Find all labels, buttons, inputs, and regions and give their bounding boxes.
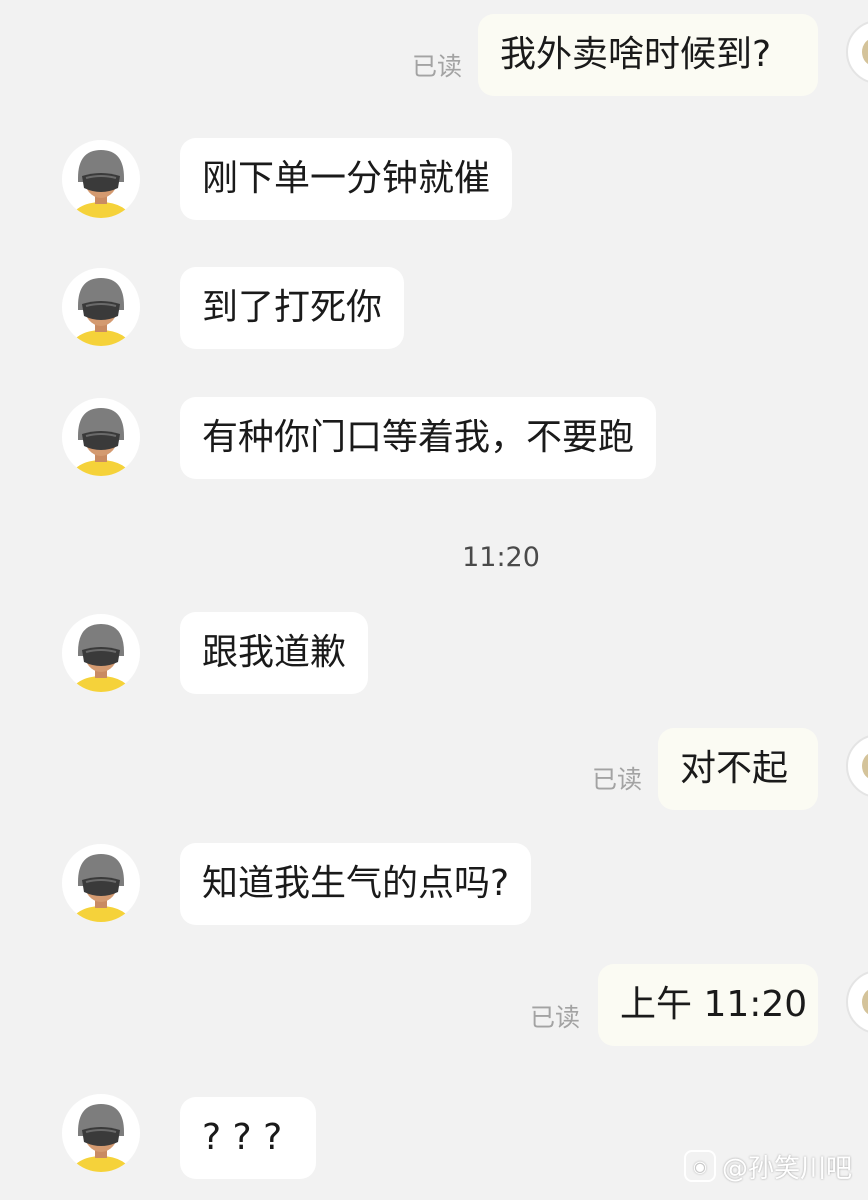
message-bubble-received[interactable]: 刚下单一分钟就催 (180, 138, 513, 220)
courier-avatar[interactable] (62, 844, 140, 922)
weibo-icon: ◉ (683, 1150, 716, 1182)
read-receipt: 已读 (530, 1003, 581, 1032)
watermark-text: @孙笑川吧 (721, 1153, 852, 1184)
user-avatar[interactable] (846, 970, 868, 1034)
message-bubble-sent[interactable]: 对不起 (658, 728, 818, 810)
message-bubble-received[interactable]: 到了打死你 (180, 267, 405, 349)
courier-helmet-icon (71, 1104, 131, 1172)
watermark: ◉ @孙笑川吧 (683, 1146, 852, 1186)
user-avatar[interactable] (846, 734, 868, 798)
courier-helmet-icon (71, 278, 131, 346)
read-receipt: 已读 (592, 765, 643, 794)
courier-helmet-icon (71, 408, 131, 476)
message-bubble-received[interactable]: 有种你门口等着我，不要跑 (180, 397, 657, 479)
user-avatar[interactable] (846, 20, 868, 84)
message-bubble-sent[interactable]: 上午 11:20 (598, 964, 818, 1046)
message-bubble-received[interactable]: 跟我道歉 (180, 612, 369, 694)
message-bubble-sent[interactable]: 我外卖啥时候到? (478, 14, 818, 96)
message-bubble-received[interactable]: 知道我生气的点吗? (180, 843, 532, 925)
courier-helmet-icon (71, 624, 131, 692)
courier-helmet-icon (71, 150, 131, 218)
courier-avatar[interactable] (62, 614, 140, 692)
chat-window: 已读 我外卖啥时候到? 刚下单一分钟就催 到了打死你 有种你门口等着我，不要跑 … (0, 0, 868, 1200)
courier-avatar[interactable] (62, 398, 140, 476)
courier-helmet-icon (71, 854, 131, 922)
read-receipt: 已读 (412, 52, 463, 81)
message-bubble-received[interactable]: ? ? ? (180, 1097, 316, 1179)
timestamp-divider: 11:20 (462, 542, 540, 573)
courier-avatar[interactable] (62, 268, 140, 346)
courier-avatar[interactable] (62, 1094, 140, 1172)
courier-avatar[interactable] (62, 140, 140, 218)
